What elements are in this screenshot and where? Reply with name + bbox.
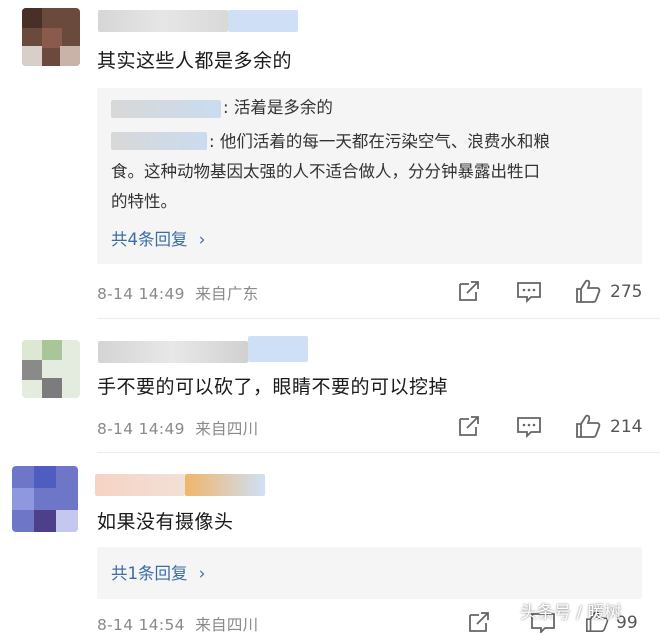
like-count: 214: [610, 417, 643, 437]
chevron-right-icon: ›: [198, 230, 206, 249]
reply-author-blurred[interactable]: [111, 132, 207, 150]
avatar[interactable]: [22, 340, 80, 398]
comment-meta: 8-14 14:49 来自广东: [97, 285, 259, 303]
user-badge-blurred: [228, 10, 298, 32]
username-blurred[interactable]: [98, 341, 248, 363]
reply-text: : 他们活着的每一天都在污染空气、浪费水和粮: [209, 132, 550, 151]
comment-meta: 8-14 14:49 来自四川: [97, 420, 259, 438]
divider: [97, 318, 660, 319]
avatar[interactable]: [12, 466, 78, 532]
share-button[interactable]: [457, 415, 481, 437]
reply-preview-box[interactable]: : 活着是多余的 : 他们活着的每一天都在污染空气、浪费水和粮 食。这种动物基因…: [97, 88, 642, 264]
reply-text-continued: 的特性。: [111, 192, 177, 211]
thumbs-up-icon: [576, 279, 601, 303]
watermark: 头条号 / 暖树: [520, 603, 622, 623]
comment-meta: 8-14 14:54 来自四川: [97, 616, 259, 634]
divider: [97, 452, 660, 453]
reply-preview-box[interactable]: 共1条回复 ›: [97, 547, 642, 599]
comment-text: 如果没有摄像头: [97, 511, 234, 533]
comment-text: 其实这些人都是多余的: [97, 50, 293, 72]
thumbs-up-icon: [576, 414, 601, 438]
reply-text-continued: 食。这种动物基因太强的人不适合做人，分分钟暴露出牲口: [111, 162, 540, 181]
like-button[interactable]: [575, 413, 601, 439]
avatar[interactable]: [22, 8, 80, 66]
view-replies-link[interactable]: 共1条回复 ›: [111, 560, 205, 584]
share-icon: [459, 416, 479, 436]
share-button[interactable]: [467, 611, 491, 633]
reply-text: : 活着是多余的: [223, 98, 333, 117]
reply-button[interactable]: [516, 280, 542, 304]
share-icon: [459, 281, 479, 301]
view-replies-link[interactable]: 共4条回复 ›: [111, 226, 205, 250]
share-button[interactable]: [457, 280, 481, 302]
share-icon: [469, 612, 489, 632]
reply-author-blurred[interactable]: [111, 100, 221, 118]
reply-button[interactable]: [516, 415, 542, 439]
chevron-right-icon: ›: [198, 564, 206, 583]
user-badge-blurred: [185, 474, 265, 496]
username-blurred[interactable]: [98, 10, 228, 32]
user-badge-blurred: [248, 336, 308, 362]
comment-icon: [517, 282, 541, 304]
comment-icon: [517, 417, 541, 439]
username-blurred[interactable]: [95, 474, 185, 496]
like-count: 275: [610, 282, 643, 302]
comment-text: 手不要的可以砍了，眼睛不要的可以挖掉: [97, 376, 449, 398]
like-button[interactable]: [575, 278, 601, 304]
